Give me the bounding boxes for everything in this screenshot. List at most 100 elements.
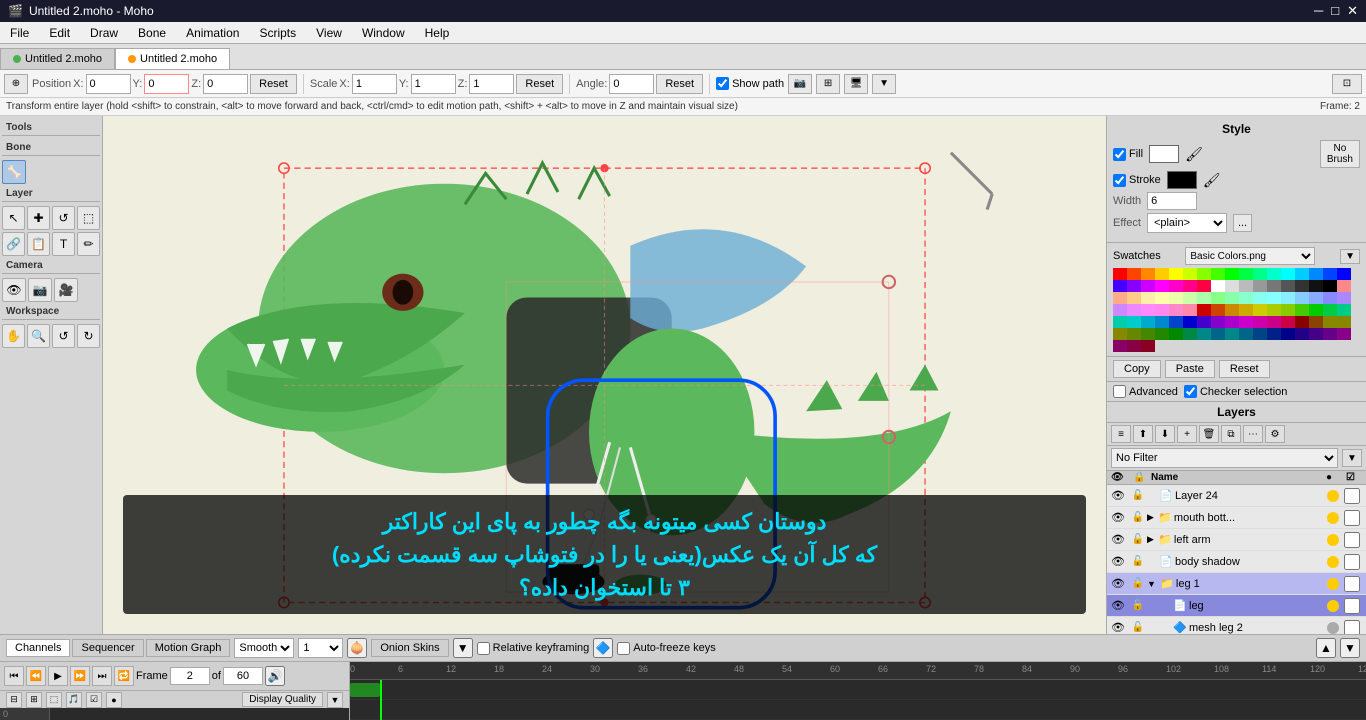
close-button[interactable]: ✕ (1347, 3, 1358, 19)
color-cell-13[interactable] (1295, 268, 1309, 280)
color-cell-64[interactable] (1295, 304, 1309, 316)
color-cell-5[interactable] (1183, 268, 1197, 280)
color-cell-24[interactable] (1211, 280, 1225, 292)
layer-item-mouth-bott[interactable]: 👁 🔓 ▶ 📁 mouth bott... (1107, 507, 1366, 529)
menu-bone[interactable]: Bone (128, 24, 176, 42)
color-cell-7[interactable] (1211, 268, 1225, 280)
color-cell-16[interactable] (1337, 268, 1351, 280)
angle-input[interactable] (609, 74, 654, 94)
current-frame-input[interactable] (170, 667, 210, 685)
fill-checkbox-label[interactable]: Fill (1113, 148, 1143, 161)
stroke-checkbox[interactable] (1113, 174, 1126, 187)
fill-color-swatch[interactable] (1149, 145, 1179, 163)
color-cell-85[interactable] (1113, 328, 1127, 340)
copy-button[interactable]: Copy (1113, 360, 1161, 378)
color-cell-98[interactable] (1295, 328, 1309, 340)
color-cell-97[interactable] (1281, 328, 1295, 340)
color-cell-93[interactable] (1225, 328, 1239, 340)
layers-tb-btn1[interactable]: ≡ (1111, 425, 1131, 443)
goto-end-btn[interactable]: ⏭ (92, 666, 112, 686)
show-path-label[interactable]: Show path (716, 77, 784, 90)
color-cell-46[interactable] (1281, 292, 1295, 304)
transform-tool[interactable]: ⬚ (77, 206, 100, 230)
color-cell-75[interactable] (1211, 316, 1225, 328)
layer-checkbox-mesh-leg-2[interactable] (1344, 620, 1360, 635)
color-cell-31[interactable] (1309, 280, 1323, 292)
menu-draw[interactable]: Draw (80, 24, 128, 42)
step-forward-btn[interactable]: ⏩ (70, 666, 90, 686)
color-cell-84[interactable] (1337, 316, 1351, 328)
reset-angle-button[interactable]: Reset (656, 74, 703, 94)
auto-freeze-label[interactable]: Auto-freeze keys (617, 642, 716, 655)
layer-lock-left-arm[interactable]: 🔓 (1129, 529, 1147, 551)
color-cell-94[interactable] (1239, 328, 1253, 340)
layers-tb-more[interactable]: ⋯ (1243, 425, 1263, 443)
channels-tab[interactable]: Channels (6, 639, 70, 657)
display-chevron-btn[interactable]: ▼ (872, 74, 896, 94)
show-path-checkbox[interactable] (716, 77, 729, 90)
color-cell-59[interactable] (1225, 304, 1239, 316)
color-cell-73[interactable] (1183, 316, 1197, 328)
advanced-label[interactable]: Advanced (1113, 385, 1178, 398)
layer-lock-leg[interactable]: 🔓 (1129, 595, 1147, 617)
color-cell-45[interactable] (1267, 292, 1281, 304)
film-tool[interactable]: 🎥 (54, 278, 78, 302)
link-tool[interactable]: 🔗 (2, 232, 25, 256)
color-cell-44[interactable] (1253, 292, 1267, 304)
display-quality-button[interactable]: Display Quality (242, 692, 323, 707)
color-cell-23[interactable] (1197, 280, 1211, 292)
color-cell-18[interactable] (1127, 280, 1141, 292)
color-cell-60[interactable] (1239, 304, 1253, 316)
color-cell-63[interactable] (1281, 304, 1295, 316)
reset-scale-button[interactable]: Reset (516, 74, 563, 94)
redo-tool[interactable]: ↻ (77, 324, 100, 348)
swatches-menu-button[interactable]: ▼ (1340, 249, 1360, 264)
fullscreen-btn[interactable]: ⊡ (1332, 74, 1362, 94)
play-btn[interactable]: ▶ (48, 666, 68, 686)
layer-lock-mesh-leg-2[interactable]: 🔓 (1129, 617, 1147, 635)
color-cell-81[interactable] (1295, 316, 1309, 328)
color-cell-53[interactable] (1141, 304, 1155, 316)
window-controls[interactable]: ─ □ ✕ (1314, 3, 1358, 19)
layer-vis-layer24[interactable]: 👁 (1107, 485, 1129, 507)
color-cell-51[interactable] (1113, 304, 1127, 316)
goto-start-btn[interactable]: ⏮ (4, 666, 24, 686)
undo-tool[interactable]: ↺ (52, 324, 75, 348)
layer-checkbox-layer24[interactable] (1344, 488, 1360, 504)
menu-help[interactable]: Help (415, 24, 460, 42)
smooth-value-select[interactable]: 1 (298, 638, 343, 658)
color-cell-57[interactable] (1197, 304, 1211, 316)
sx-input[interactable] (352, 74, 397, 94)
color-cell-48[interactable] (1309, 292, 1323, 304)
layer-vis-mesh-leg-2[interactable]: 👁 (1107, 617, 1129, 635)
color-cell-101[interactable] (1337, 328, 1351, 340)
layers-tb-btn3[interactable]: ⬇ (1155, 425, 1175, 443)
layer-lock-mouth-bott[interactable]: 🔓 (1129, 507, 1147, 529)
effect-more-button[interactable]: ... (1233, 214, 1252, 232)
color-cell-39[interactable] (1183, 292, 1197, 304)
checker-selection-label[interactable]: Checker selection (1184, 385, 1287, 398)
color-cell-87[interactable] (1141, 328, 1155, 340)
color-cell-80[interactable] (1281, 316, 1295, 328)
dq-chevron-btn[interactable]: ▼ (327, 692, 343, 708)
total-frames-input[interactable] (223, 667, 263, 685)
menu-window[interactable]: Window (352, 24, 415, 42)
color-cell-92[interactable] (1211, 328, 1225, 340)
effect-select[interactable]: <plain> (1147, 213, 1227, 233)
color-cell-50[interactable] (1337, 292, 1351, 304)
motion-graph-tab[interactable]: Motion Graph (146, 639, 231, 657)
paint-tool[interactable]: ✏ (77, 232, 100, 256)
color-cell-0[interactable] (1113, 268, 1127, 280)
minimize-button[interactable]: ─ (1314, 3, 1323, 19)
no-brush-button[interactable]: No Brush (1320, 140, 1360, 168)
add-tool[interactable]: ✚ (27, 206, 50, 230)
fill-checkbox[interactable] (1113, 148, 1126, 161)
track-view-btn1[interactable]: ⊟ (6, 692, 22, 708)
layer-lock-layer24[interactable]: 🔓 (1129, 485, 1147, 507)
layer-lock-body-shadow[interactable]: 🔓 (1129, 551, 1147, 573)
onion-skins-button[interactable]: Onion Skins (371, 639, 448, 657)
color-cell-8[interactable] (1225, 268, 1239, 280)
color-cell-96[interactable] (1267, 328, 1281, 340)
audio-btn[interactable]: 🔊 (265, 666, 285, 686)
playhead[interactable] (380, 680, 382, 720)
